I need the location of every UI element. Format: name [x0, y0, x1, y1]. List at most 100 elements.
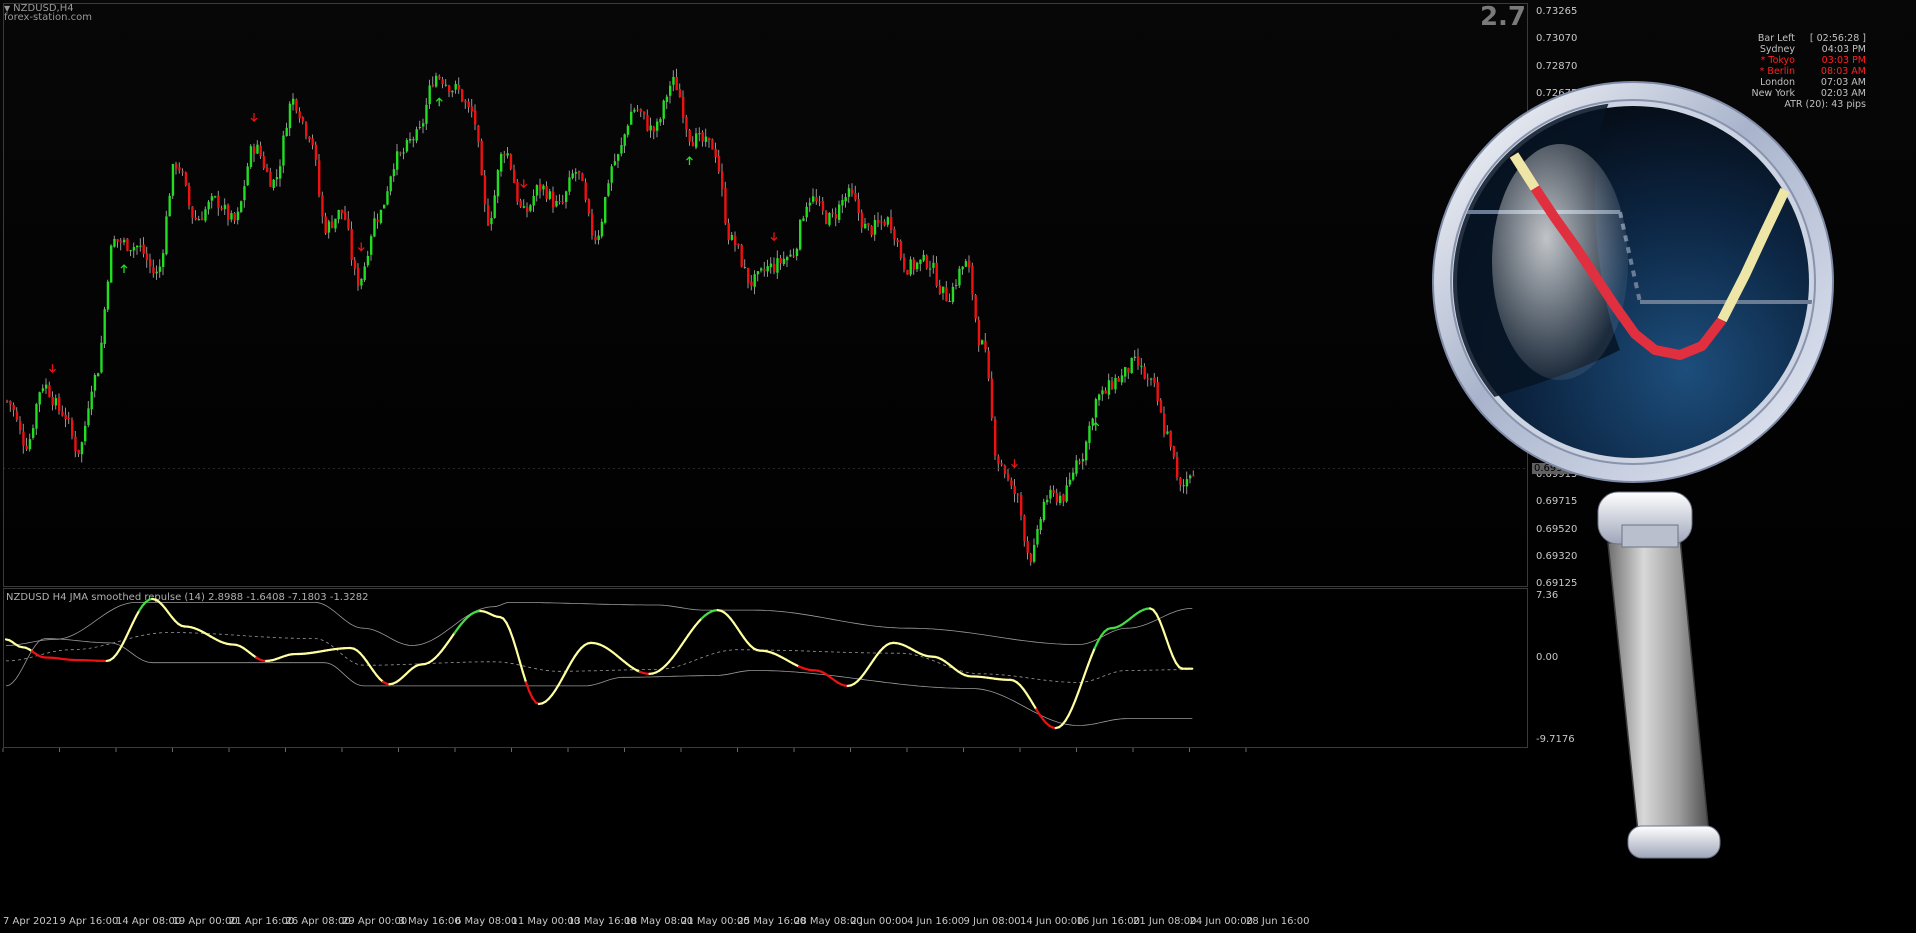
candle-body [496, 170, 500, 197]
candle [288, 101, 292, 137]
candle [854, 185, 857, 202]
candle-body [126, 238, 129, 251]
candle [19, 416, 22, 435]
candle-body [35, 404, 38, 429]
jma-segment [508, 628, 515, 640]
candle-body [1078, 461, 1081, 463]
candle-body [776, 258, 779, 273]
candle [425, 98, 428, 131]
candle-body [90, 391, 93, 410]
candle-body [123, 239, 126, 243]
candle [204, 206, 207, 223]
candle [243, 179, 246, 208]
candle-body [32, 428, 35, 438]
candle-body [1036, 528, 1039, 545]
candle-body [740, 244, 743, 267]
candle-body [893, 229, 896, 240]
jma-segment [1171, 655, 1178, 665]
candle [448, 84, 451, 98]
candle [1137, 348, 1140, 370]
candle-body [318, 160, 321, 196]
candle-body [207, 201, 210, 210]
candle-body [327, 221, 331, 233]
candle [266, 163, 269, 173]
candle [418, 120, 422, 130]
candle [695, 127, 698, 150]
candle [409, 132, 412, 144]
candle-body [909, 259, 912, 275]
candle-body [607, 183, 610, 196]
candle [464, 99, 467, 109]
candle [311, 134, 314, 150]
candle [298, 107, 301, 123]
candle-body [340, 209, 344, 213]
candle [951, 282, 955, 305]
candle [1098, 393, 1101, 406]
candle-body [1059, 495, 1062, 503]
candle-body [1088, 425, 1091, 443]
candle-body [132, 247, 136, 251]
candle-body [1026, 541, 1029, 553]
candle-body [522, 206, 526, 208]
candle [831, 208, 834, 218]
candle [139, 238, 142, 252]
candle-body [1130, 357, 1133, 374]
candle [646, 109, 649, 132]
candle-body [454, 84, 457, 90]
jma-segment [1158, 619, 1165, 631]
candle [506, 146, 509, 159]
candle-body [272, 179, 275, 188]
candle-body [890, 216, 893, 230]
candle [1150, 377, 1153, 386]
candle [721, 163, 724, 197]
candle-body [1081, 459, 1085, 462]
candle-body [204, 209, 207, 221]
candle [994, 416, 997, 461]
candle-body [171, 164, 175, 196]
candle-body [860, 212, 864, 228]
candle [1007, 469, 1010, 482]
candle [1166, 425, 1169, 435]
candle [997, 454, 1000, 472]
chart-window[interactable]: ▼ NZDUSD,H4 forex-station.com NZDUSD H4 J… [0, 0, 1916, 933]
candle [1000, 459, 1003, 467]
candle [561, 194, 565, 205]
candle [149, 253, 152, 274]
candle-body [1133, 356, 1137, 358]
candle-body [474, 110, 477, 125]
candle-body [93, 374, 97, 391]
candle-body [363, 266, 366, 281]
candle [318, 153, 321, 198]
candle-body [789, 254, 792, 257]
candle [610, 164, 613, 191]
candle [916, 261, 919, 272]
candle [1143, 363, 1146, 380]
candle-body [815, 197, 818, 202]
candle [28, 433, 32, 452]
chart-canvas[interactable] [0, 0, 1916, 933]
candle-body [984, 340, 987, 350]
candle-body [1179, 477, 1182, 485]
candle [1094, 397, 1098, 423]
candle-body [578, 170, 581, 173]
candle [376, 213, 379, 229]
candle-body [929, 268, 932, 270]
candle [581, 172, 584, 182]
candle-body [396, 151, 399, 170]
candle-body [678, 88, 682, 98]
candle [1046, 495, 1049, 505]
candle-body [288, 103, 292, 129]
candle-body [935, 262, 938, 286]
candle-body [1189, 475, 1192, 479]
candle [178, 162, 181, 174]
candle [15, 407, 19, 422]
candle-body [925, 255, 929, 269]
candle-body [610, 166, 613, 183]
candle [360, 278, 363, 290]
sell-arrow [1011, 459, 1018, 469]
candle [1185, 471, 1189, 495]
candle [197, 215, 201, 221]
candle-body [964, 261, 968, 267]
candle [490, 211, 493, 231]
candle [623, 133, 626, 154]
